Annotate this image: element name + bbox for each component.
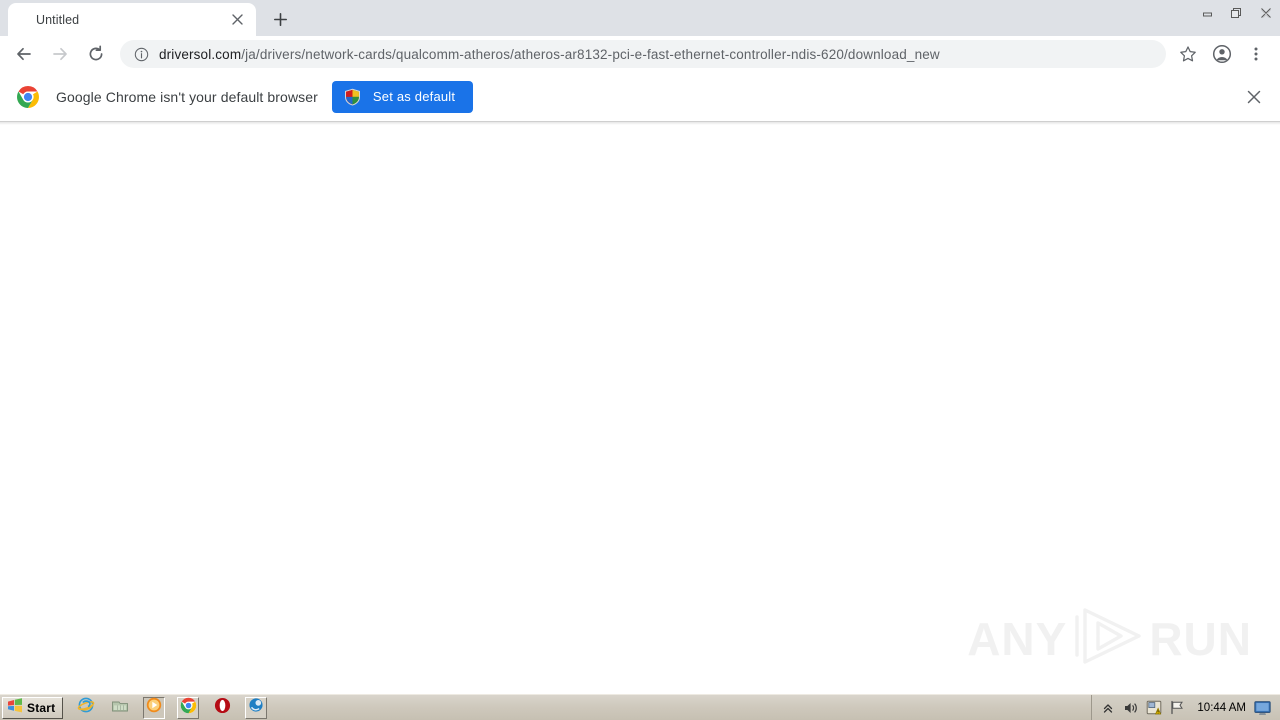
account-circle-icon (1212, 44, 1232, 64)
url-host: driversol.com (159, 46, 242, 62)
url-path: /ja/drivers/network-cards/qualcomm-ather… (241, 46, 940, 62)
start-label: Start (27, 700, 56, 715)
three-dots-vertical-icon (1254, 47, 1258, 61)
back-button[interactable] (10, 40, 38, 68)
chrome-logo-icon (16, 85, 40, 109)
blue-app-icon (248, 697, 264, 718)
address-bar[interactable]: driversol.com/ja/drivers/network-cards/q… (120, 40, 1166, 68)
taskbar-item-media-player[interactable] (143, 696, 166, 719)
chrome-taskbar-icon (180, 697, 197, 719)
arrow-left-icon (17, 47, 31, 61)
star-icon (1180, 46, 1196, 62)
watermark-left-text: ANY (967, 612, 1068, 665)
media-player-icon (146, 697, 162, 718)
reload-icon (89, 45, 103, 61)
windows-flag-icon (7, 697, 23, 718)
tab-title: Untitled (36, 12, 80, 27)
arrow-right-icon (53, 47, 67, 61)
set-as-default-button[interactable]: Set as default (331, 80, 474, 113)
taskbar-item-internet-explorer[interactable] (75, 697, 97, 719)
windows-shield-icon (344, 88, 361, 106)
browser-window: Untitled driversol.com/ja/drivers/networ… (0, 0, 1280, 720)
taskbar-item-blue-app[interactable] (245, 696, 268, 719)
profile-button[interactable] (1208, 40, 1236, 68)
browser-toolbar: driversol.com/ja/drivers/network-cards/q… (0, 36, 1280, 72)
watermark-right-text: RUN (1149, 612, 1252, 665)
windows-taskbar: Start 10:44 AM (0, 694, 1280, 720)
volume-icon[interactable] (1121, 698, 1140, 717)
set-as-default-label: Set as default (372, 89, 456, 104)
page-content: ANY RUN (0, 122, 1280, 694)
file-explorer-icon (111, 697, 129, 719)
opera-icon (214, 697, 231, 719)
menu-button[interactable] (1242, 40, 1270, 68)
new-tab-button[interactable] (266, 5, 294, 33)
restore-icon[interactable] (1222, 2, 1251, 24)
close-icon[interactable] (228, 11, 246, 29)
tab-strip: Untitled (0, 0, 1280, 36)
quick-launch-bar (75, 696, 279, 719)
security-alert-icon[interactable] (1144, 698, 1163, 717)
reload-button[interactable] (82, 40, 110, 68)
browser-tab[interactable]: Untitled (8, 3, 256, 36)
system-tray: 10:44 AM (1091, 694, 1280, 720)
internet-explorer-icon (77, 696, 95, 719)
network-flag-icon[interactable] (1167, 698, 1186, 717)
default-browser-infobar: Google Chrome isn't your default browser… (0, 72, 1280, 122)
window-controls (1193, 0, 1280, 26)
minimize-icon[interactable] (1193, 2, 1222, 24)
close-icon[interactable] (1251, 2, 1280, 24)
bookmark-button[interactable] (1174, 40, 1202, 68)
content-top-shadow (0, 122, 1280, 125)
show-hidden-icons-icon[interactable] (1098, 698, 1117, 717)
infobar-message: Google Chrome isn't your default browser (56, 88, 318, 105)
clock[interactable]: 10:44 AM (1197, 702, 1246, 714)
anyrun-watermark: ANY RUN (967, 605, 1252, 672)
infobar-close-icon[interactable] (1240, 83, 1268, 111)
taskbar-item-google-chrome[interactable] (177, 696, 200, 719)
taskbar-item-opera[interactable] (211, 697, 233, 719)
start-button[interactable]: Start (2, 696, 64, 719)
info-circle-icon[interactable] (134, 47, 149, 62)
forward-button[interactable] (46, 40, 74, 68)
url-text: driversol.com/ja/drivers/network-cards/q… (159, 47, 940, 62)
play-triangle-icon (1069, 605, 1147, 672)
plus-icon (273, 12, 287, 26)
show-desktop-icon[interactable] (1253, 698, 1272, 717)
taskbar-item-file-explorer[interactable] (109, 697, 131, 719)
